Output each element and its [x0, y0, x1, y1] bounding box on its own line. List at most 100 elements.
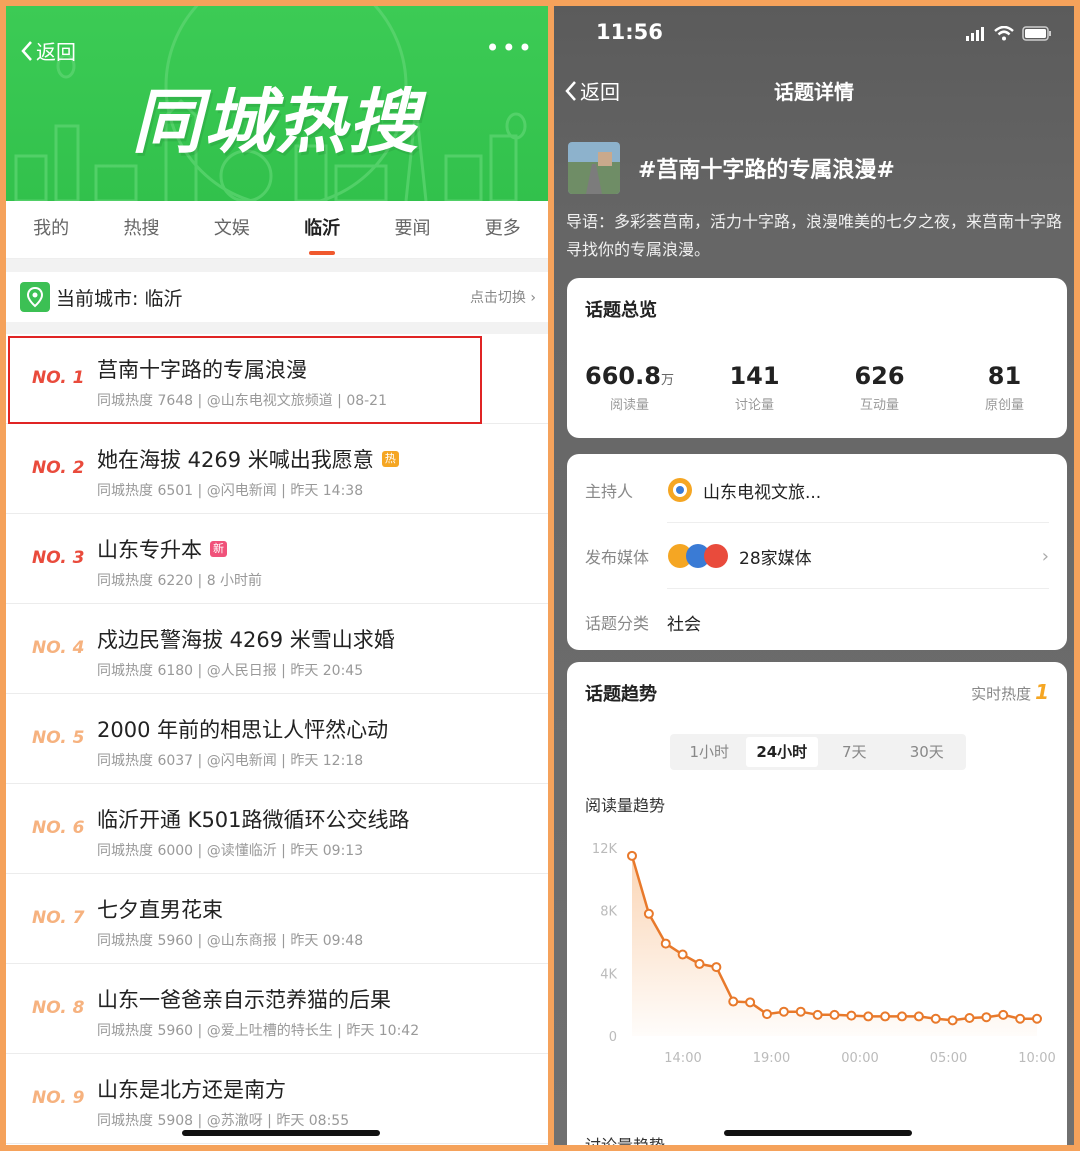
overview-title: 话题总览	[585, 300, 657, 321]
data-point	[880, 1011, 891, 1022]
tab-more[interactable]: 更多	[468, 201, 538, 259]
area-fill	[632, 855, 1037, 1036]
info-card: 主持人 山东电视文旅... 发布媒体 28家媒体 › 话题分类 社会	[567, 454, 1067, 650]
x-tick-label: 00:00	[841, 1051, 878, 1066]
more-options-icon[interactable]: •••	[486, 34, 534, 62]
trend-card: 话题趋势 实时热度 1 1小时 24小时 7天 30天 阅读量趋势 12K 8K 4K…	[567, 662, 1067, 1145]
list-item[interactable]: NO. 5 2000 年前的相思让人怦然心动 同城热度 6037 | @闪电新闻…	[6, 694, 548, 784]
media-key: 发布媒体	[585, 548, 650, 567]
range-24h[interactable]: 24小时	[745, 737, 818, 767]
data-point	[812, 1009, 823, 1020]
data-point	[694, 958, 705, 969]
stat-label: 互动量	[859, 398, 899, 413]
data-point	[795, 1006, 806, 1017]
media-row[interactable]: 发布媒体 28家媒体 ›	[585, 524, 1049, 588]
divider	[6, 322, 548, 334]
realtime-heat-value: 1	[1035, 680, 1049, 704]
host-logo-icon	[668, 478, 692, 502]
list-item[interactable]: NO. 6 临沂开通 K501路微循环公交线路 同城热度 6000 | @读懂临…	[6, 784, 548, 874]
read-trend-chart: 12K 8K 4K 0 14:00 19:00 00:00 05:00 10:00	[592, 842, 1056, 1066]
tab-hot-search[interactable]: 热搜	[106, 201, 176, 259]
status-time: 11:56	[596, 20, 663, 44]
map-pin-icon	[20, 282, 50, 312]
data-point	[846, 1010, 857, 1021]
screenshot-frame: 返回 ••• 同城热搜 我的 热搜 文娱 临沂 要闻 更多 当前城市: 临沂 点…	[6, 6, 1074, 1145]
stat-originals: 81 原创量	[942, 362, 1067, 413]
data-point	[1032, 1013, 1042, 1024]
tab-linyi[interactable]: 临沂	[287, 201, 357, 259]
x-tick-label: 19:00	[753, 1051, 790, 1066]
item-title: 山东专升本	[97, 538, 202, 562]
data-point	[1015, 1013, 1026, 1024]
list-item[interactable]: NO. 2 她在海拔 4269 米喊出我愿意热 同城热度 6501 | @闪电新…	[6, 424, 548, 514]
list-item[interactable]: NO. 3 山东专升本新 同城热度 6220 | 8 小时前	[6, 514, 548, 604]
stat-label: 讨论量	[734, 398, 774, 413]
item-meta: 同城热度 5960 | @山东商报 | 昨天 09:48	[97, 933, 364, 949]
y-tick-label: 12K	[592, 842, 618, 857]
banner: 返回 ••• 同城热搜	[6, 6, 548, 201]
data-point	[627, 850, 637, 861]
x-tick-label: 10:00	[1018, 1051, 1055, 1066]
stat-interactions: 626 互动量	[817, 362, 942, 413]
topic-title: #莒南十字路的专属浪漫#	[638, 158, 895, 183]
data-point	[762, 1009, 772, 1020]
home-indicator[interactable]	[724, 1130, 912, 1136]
data-point	[829, 1009, 840, 1020]
rank-label: NO. 9	[32, 1088, 85, 1108]
category-value: 社会	[667, 614, 701, 635]
rank-label: NO. 5	[32, 728, 85, 748]
chart-title: 阅读量趋势	[585, 796, 666, 815]
topic-intro: 导语：多彩荟莒南，活力十字路，浪漫唯美的七夕之夜，来莒南十字路寻找你的专属浪漫。	[566, 212, 1063, 259]
tab-mine[interactable]: 我的	[16, 201, 86, 259]
page-title: 话题详情	[774, 80, 854, 104]
rank-label: NO. 3	[32, 548, 85, 568]
item-title: 山东是北方还是南方	[97, 1078, 286, 1102]
data-point	[677, 949, 688, 960]
switch-city-link[interactable]: 点击切换 ›	[470, 287, 536, 307]
y-tick-label: 8K	[600, 905, 617, 920]
home-indicator[interactable]	[182, 1130, 380, 1136]
current-city-bar: 当前城市: 临沂 点击切换 ›	[6, 272, 548, 322]
banner-title: 同城热搜	[132, 81, 420, 163]
data-point	[930, 1013, 941, 1024]
rank-label: NO. 2	[32, 458, 85, 478]
back-button[interactable]: 返回	[20, 36, 76, 65]
data-point	[863, 1011, 874, 1022]
data-point	[643, 908, 654, 919]
back-label: 返回	[36, 40, 76, 64]
item-title: 2000 年前的相思让人怦然心动	[97, 718, 389, 742]
data-point	[711, 962, 722, 973]
range-7d[interactable]: 7天	[818, 737, 891, 767]
host-row[interactable]: 主持人 山东电视文旅...	[585, 458, 1049, 522]
data-point	[745, 997, 756, 1008]
stat-label: 阅读量	[609, 398, 649, 413]
range-30d[interactable]: 30天	[891, 737, 964, 767]
host-key: 主持人	[585, 482, 634, 501]
stat-discussions: 141 讨论量	[692, 362, 817, 413]
rank-label: NO. 4	[32, 638, 85, 658]
hot-badge: 热	[381, 451, 399, 467]
data-point	[964, 1012, 975, 1023]
item-title: 山东一爸爸亲自示范养猫的后果	[97, 988, 391, 1012]
range-1h[interactable]: 1小时	[673, 737, 746, 767]
list-item[interactable]: NO. 7 七夕直男花束 同城热度 5960 | @山东商报 | 昨天 09:4…	[6, 874, 548, 964]
tab-entertainment[interactable]: 文娱	[197, 201, 267, 259]
wifi-icon	[994, 26, 1014, 41]
stat-label: 原创量	[984, 398, 1024, 413]
media-logos-icon	[668, 544, 728, 568]
divider	[667, 522, 1049, 523]
rank-label: NO. 6	[32, 818, 85, 838]
trend-title: 话题趋势	[585, 684, 657, 705]
topic-thumbnail[interactable]	[568, 142, 620, 194]
x-tick-label: 14:00	[664, 1051, 701, 1066]
list-item[interactable]: NO. 4 戍边民警海拔 4269 米雪山求婚 同城热度 6180 | @人民日…	[6, 604, 548, 694]
stat-value: 626	[854, 362, 905, 390]
item-meta: 同城热度 6501 | @闪电新闻 | 昨天 14:38	[97, 483, 364, 499]
stat-unit: 万	[660, 373, 674, 388]
status-bar: 11:56	[554, 20, 1074, 50]
list-item[interactable]: NO. 8 山东一爸爸亲自示范养猫的后果 同城热度 5960 | @爱上吐槽的特…	[6, 964, 548, 1054]
tab-news[interactable]: 要闻	[377, 201, 447, 259]
hot-search-panel: 返回 ••• 同城热搜 我的 热搜 文娱 临沂 要闻 更多 当前城市: 临沂 点…	[6, 6, 548, 1145]
data-point	[728, 996, 739, 1007]
data-point	[947, 1015, 958, 1026]
